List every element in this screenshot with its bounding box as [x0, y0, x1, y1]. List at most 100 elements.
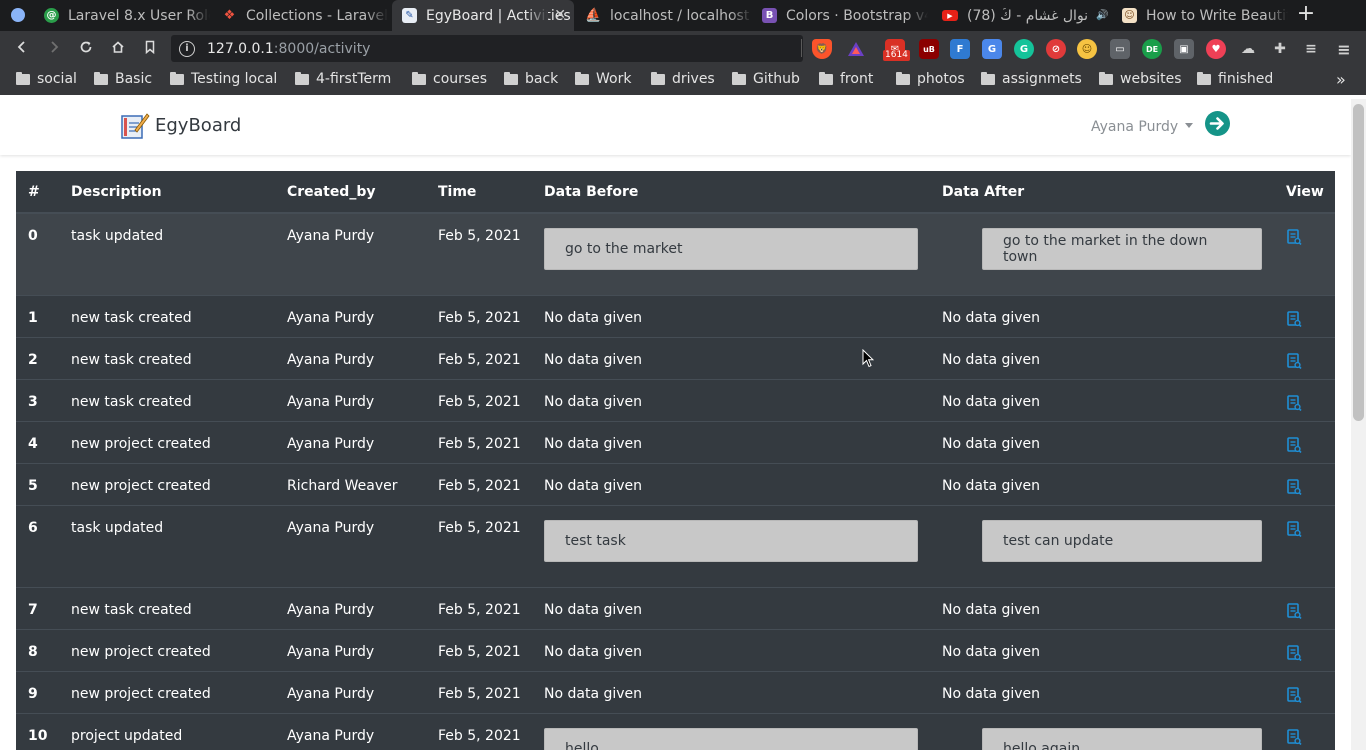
brave-rewards-icon[interactable]	[846, 39, 866, 59]
cell-created-by: Ayana Purdy	[287, 727, 375, 744]
brand-link[interactable]: EgyBoard	[120, 110, 241, 140]
printer-icon[interactable]: ▭	[1110, 39, 1130, 59]
bookmark-folder[interactable]: websites	[1099, 71, 1182, 87]
toolbar-divider	[801, 39, 802, 57]
more-bookmarks-button[interactable]: »	[1336, 70, 1346, 89]
folder-icon	[170, 71, 184, 85]
ublock-icon[interactable]: uB	[919, 39, 939, 59]
tab-search-icon[interactable]	[11, 8, 25, 22]
close-icon[interactable]: ✕	[554, 7, 566, 23]
url-host: 127.0.0.1	[207, 40, 274, 57]
user-dropdown[interactable]: Ayana Purdy	[1091, 119, 1194, 135]
view-button[interactable]	[1286, 630, 1335, 665]
bookmark-folder[interactable]: photos	[896, 71, 965, 87]
grammarly-icon[interactable]: G	[1014, 39, 1034, 59]
brave-shield-icon[interactable]: 🦁	[812, 39, 832, 59]
back-icon[interactable]	[11, 38, 33, 60]
window-icon[interactable]: ▣	[1174, 39, 1194, 59]
menu-icon[interactable]: ≡	[1334, 39, 1354, 59]
scrollbar-thumb[interactable]	[1353, 104, 1364, 421]
view-button[interactable]	[1286, 380, 1335, 415]
bookmark-folder[interactable]: 4-firstTerm	[295, 71, 391, 87]
cell-created-by: Ayana Purdy	[287, 685, 375, 702]
table-row: 6 task updated Ayana Purdy Feb 5, 2021 test …	[16, 504, 1335, 587]
activity-table: # Description Created_by Time Data Befor…	[16, 171, 1335, 750]
caret-down-icon	[1185, 123, 1194, 128]
view-button[interactable]	[1286, 214, 1335, 249]
fonts-icon[interactable]: F	[950, 39, 970, 59]
block-site-icon[interactable]: ⊘	[1046, 39, 1066, 59]
view-button[interactable]	[1286, 672, 1335, 707]
view-button[interactable]	[1286, 338, 1335, 373]
view-button[interactable]	[1286, 506, 1335, 541]
pocket-icon[interactable]: ♥	[1206, 39, 1226, 59]
cell-created-by: Ayana Purdy	[287, 519, 375, 536]
cell-data-before: No data given	[544, 601, 643, 618]
forward-icon[interactable]	[43, 38, 65, 60]
bookmark-folder[interactable]: social	[16, 71, 77, 87]
site-info-icon[interactable]: i	[179, 40, 195, 57]
view-button[interactable]	[1286, 464, 1335, 499]
column-header: View	[1286, 171, 1335, 214]
new-tab-button[interactable]: +	[1294, 3, 1318, 27]
view-button[interactable]	[1286, 422, 1335, 457]
bookmark-folder[interactable]: courses	[412, 71, 487, 87]
folder-icon	[94, 71, 108, 85]
bookmark-folder[interactable]: Basic	[94, 71, 152, 87]
folder-icon	[16, 71, 30, 85]
cell-index: 7	[28, 601, 38, 618]
table-row: 4 new project created Ayana Purdy Feb 5, 20…	[16, 420, 1335, 463]
table-row: 9 new project created Ayana Purdy Feb 5, 20…	[16, 670, 1335, 713]
cell-index: 8	[28, 643, 38, 660]
folder-icon	[732, 71, 746, 85]
reload-icon[interactable]	[75, 38, 97, 60]
tab-beautiful-code[interactable]: ☺ How to Write Beautiful	[1112, 0, 1288, 31]
view-button[interactable]	[1286, 588, 1335, 623]
view-button[interactable]	[1286, 714, 1335, 749]
speaker-icon[interactable]: 🔊	[1096, 10, 1108, 21]
weather-icon[interactable]: ☁	[1238, 39, 1258, 59]
view-button[interactable]	[1286, 296, 1335, 331]
grade-icon[interactable]: DE	[1142, 39, 1162, 59]
tab-youtube[interactable]: ▶ (78) نوال غشام - كُ 🔊	[932, 0, 1112, 31]
column-header: Data After	[942, 171, 1286, 214]
home-icon[interactable]	[107, 38, 129, 60]
logout-button[interactable]	[1205, 111, 1230, 136]
puzzle-icon[interactable]: ✚	[1270, 39, 1290, 59]
bookmark-icon[interactable]	[139, 38, 161, 60]
bookmark-folder[interactable]: front	[819, 71, 873, 87]
tab-laravel-roles[interactable]: @ Laravel 8.x User Role	[34, 0, 210, 31]
data-before-box: go to the market	[544, 228, 918, 270]
bookmark-folder[interactable]: assignmets	[981, 71, 1082, 87]
cell-created-by: Ayana Purdy	[287, 228, 375, 244]
egyboard-logo-icon	[121, 113, 150, 139]
cell-created-by: Ayana Purdy	[287, 309, 375, 326]
cell-data-before: No data given	[544, 351, 643, 368]
tab-bootstrap-colors[interactable]: B Colors · Bootstrap v4	[752, 0, 928, 31]
bookmark-folder[interactable]: Work	[575, 71, 631, 87]
bookmark-folder[interactable]: Github	[732, 71, 800, 87]
tab-phpmyadmin[interactable]: ⛵ localhost / localhost /	[576, 0, 752, 31]
cell-created-by: Ayana Purdy	[287, 643, 375, 660]
cell-time: Feb 5, 2021	[438, 228, 521, 244]
bookmark-folder[interactable]: Testing local	[170, 71, 277, 87]
bookmark-folder[interactable]: finished	[1197, 71, 1273, 87]
column-header: Time	[438, 171, 544, 214]
bookmark-folder[interactable]: back	[504, 71, 558, 87]
cell-data-before: No data given	[544, 477, 643, 494]
column-header: Created_by	[287, 171, 438, 214]
cell-created-by: Ayana Purdy	[287, 601, 375, 618]
user-name: Ayana Purdy	[1091, 119, 1179, 135]
vertical-scrollbar[interactable]	[1351, 99, 1366, 750]
bookmark-folder[interactable]: drives	[651, 71, 715, 87]
tab-collections[interactable]: ❖ Collections - Laravel	[212, 0, 388, 31]
tab-egyboard-activities[interactable]: ✎ EgyBoard | Activities ✕	[392, 0, 574, 31]
cell-data-before: No data given	[544, 309, 643, 326]
playlist-icon[interactable]: ≡	[1301, 39, 1321, 59]
cell-index: 0	[28, 228, 38, 244]
translate-icon[interactable]: G	[982, 39, 1002, 59]
emoji-icon[interactable]: ☺	[1077, 39, 1097, 59]
folder-icon	[651, 71, 665, 85]
address-bar[interactable]: i 127.0.0.1:8000/activity	[171, 35, 803, 62]
cell-description: new task created	[71, 393, 192, 410]
